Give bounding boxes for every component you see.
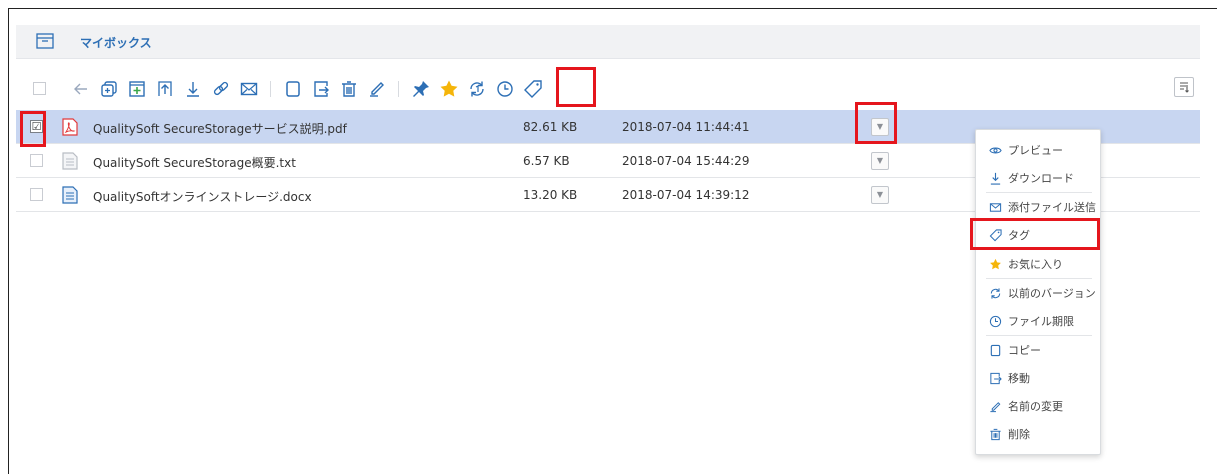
- mail-icon: [988, 200, 1002, 214]
- toolbar-divider: [398, 81, 399, 97]
- eye-icon: [988, 143, 1002, 157]
- toolbar: [24, 70, 1204, 110]
- row-menu-button[interactable]: ▼: [871, 118, 889, 136]
- back-icon[interactable]: [70, 78, 92, 100]
- file-name[interactable]: QualitySoftオンラインストレージ.docx: [93, 188, 312, 205]
- tag-icon[interactable]: [522, 78, 544, 100]
- menu-item-copy[interactable]: コピー: [976, 337, 1100, 363]
- menu-item-label: タグ: [1008, 229, 1030, 242]
- row-menu-button[interactable]: ▼: [871, 186, 889, 204]
- file-size: 6.57 KB: [523, 154, 570, 168]
- delete-icon[interactable]: [338, 78, 360, 100]
- menu-divider: [986, 192, 1092, 193]
- copy-icon[interactable]: [282, 78, 304, 100]
- menu-item-tag[interactable]: タグ: [976, 222, 1100, 248]
- menu-item-download[interactable]: ダウンロード: [976, 165, 1100, 191]
- new-folder-icon[interactable]: [98, 78, 120, 100]
- file-date: 2018-07-04 11:44:41: [622, 120, 750, 134]
- download-icon[interactable]: [182, 78, 204, 100]
- box-icon: [36, 33, 54, 49]
- menu-item-label: 以前のバージョン: [1008, 287, 1096, 300]
- rename-icon[interactable]: [366, 78, 388, 100]
- file-size: 82.61 KB: [523, 120, 578, 134]
- row-checkbox[interactable]: ☑: [30, 120, 43, 133]
- menu-item-label: 移動: [1008, 372, 1030, 385]
- file-name[interactable]: QualitySoft SecureStorageサービス説明.pdf: [93, 120, 347, 137]
- menu-divider: [986, 278, 1092, 279]
- download-icon: [988, 171, 1002, 185]
- new-file-icon[interactable]: [126, 78, 148, 100]
- row-menu-button[interactable]: ▼: [871, 152, 889, 170]
- context-menu: プレビュー ダウンロード 添付ファイル送信 タグ お気に入り 以前のバージョン …: [975, 129, 1101, 455]
- version-icon: [988, 286, 1002, 300]
- rename-icon: [988, 399, 1002, 413]
- select-all-checkbox[interactable]: [33, 82, 46, 95]
- sort-icon: [1180, 82, 1189, 93]
- clock-icon[interactable]: [494, 78, 516, 100]
- file-name[interactable]: QualitySoft SecureStorage概要.txt: [93, 154, 296, 171]
- text-file-icon: [62, 152, 78, 170]
- star-icon[interactable]: [438, 78, 460, 100]
- sort-button[interactable]: [1174, 77, 1194, 97]
- row-checkbox[interactable]: [30, 154, 43, 167]
- toolbar-divider: [270, 81, 271, 97]
- menu-item-move[interactable]: 移動: [976, 365, 1100, 391]
- menu-item-file-expiry[interactable]: ファイル期限: [976, 308, 1100, 334]
- version-icon[interactable]: [466, 78, 488, 100]
- menu-item-label: ファイル期限: [1008, 315, 1074, 328]
- tag-icon: [988, 228, 1002, 242]
- delete-icon: [988, 427, 1002, 441]
- menu-item-label: プレビュー: [1008, 144, 1063, 157]
- move-icon: [988, 371, 1002, 385]
- menu-item-label: 添付ファイル送信: [1008, 201, 1096, 214]
- menu-item-send-attachment[interactable]: 添付ファイル送信: [976, 194, 1100, 220]
- file-size: 13.20 KB: [523, 188, 578, 202]
- pin-icon[interactable]: [410, 78, 432, 100]
- clock-icon: [988, 314, 1002, 328]
- menu-item-previous-version[interactable]: 以前のバージョン: [976, 280, 1100, 306]
- menu-item-favorite[interactable]: お気に入り: [976, 251, 1100, 277]
- file-date: 2018-07-04 14:39:12: [622, 188, 750, 202]
- menu-item-label: コピー: [1008, 344, 1041, 357]
- move-icon[interactable]: [310, 78, 332, 100]
- word-file-icon: [62, 186, 78, 204]
- menu-item-rename[interactable]: 名前の変更: [976, 393, 1100, 419]
- link-icon[interactable]: [210, 78, 232, 100]
- menu-item-label: お気に入り: [1008, 258, 1063, 271]
- page-header: マイボックス: [16, 25, 1200, 59]
- menu-item-delete[interactable]: 削除: [976, 421, 1100, 447]
- menu-divider: [986, 249, 1092, 250]
- row-checkbox[interactable]: [30, 188, 43, 201]
- mail-icon[interactable]: [238, 78, 260, 100]
- menu-item-label: ダウンロード: [1008, 172, 1074, 185]
- menu-item-label: 削除: [1008, 428, 1030, 441]
- file-date: 2018-07-04 15:44:29: [622, 154, 750, 168]
- menu-divider: [986, 335, 1092, 336]
- menu-item-preview[interactable]: プレビュー: [976, 137, 1100, 163]
- menu-item-label: 名前の変更: [1008, 400, 1063, 413]
- page-title[interactable]: マイボックス: [80, 34, 152, 51]
- copy-icon: [988, 343, 1002, 357]
- star-icon: [988, 257, 1002, 271]
- pdf-file-icon: [62, 118, 78, 136]
- upload-icon[interactable]: [154, 78, 176, 100]
